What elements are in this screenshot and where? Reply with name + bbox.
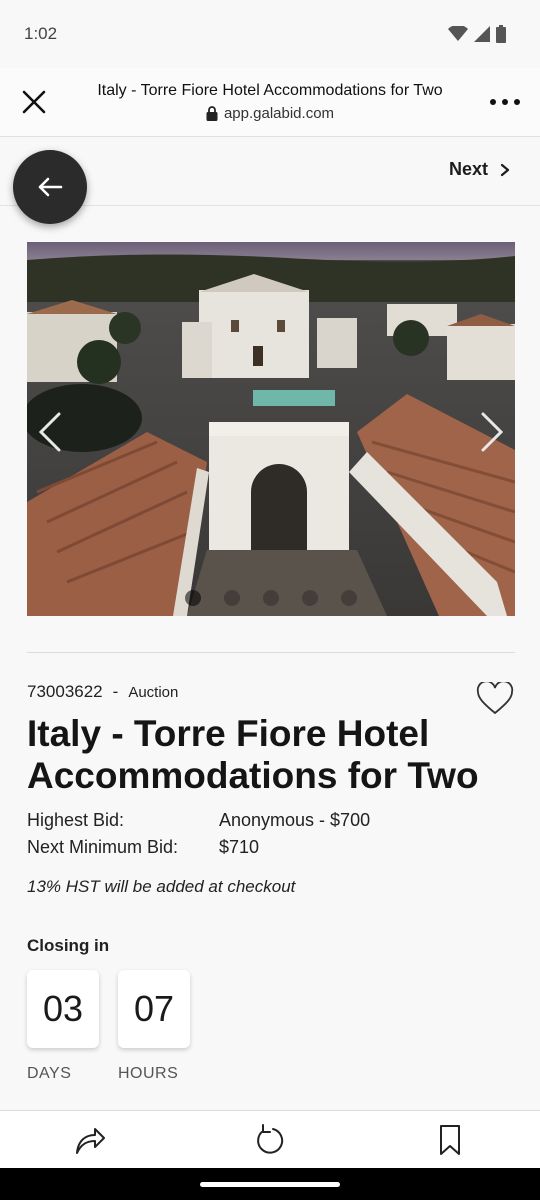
carousel-dot[interactable] [341,590,357,606]
lot-type: Auction [128,684,179,701]
hotel-photo-carousel[interactable] [27,242,515,616]
close-icon[interactable] [18,86,50,118]
carousel-dot[interactable] [185,590,201,606]
carousel-dot[interactable] [224,590,240,606]
status-time: 1:02 [24,24,58,43]
next-min-bid-row: Next Minimum Bid: $710 [27,837,370,864]
item-meta: 73003622 - Auction [27,682,178,702]
arrow-left-icon [38,177,63,197]
bookmark-icon[interactable] [433,1123,467,1157]
refresh-icon[interactable] [253,1123,287,1157]
bid-info: Highest Bid: Anonymous - $700 Next Minim… [27,810,370,864]
url-text: app.galabid.com [223,105,335,122]
carousel-prev-icon[interactable] [35,410,65,454]
bottom-toolbar [0,1110,540,1169]
highest-bid-value: Anonymous - $700 [219,810,371,830]
closing-label: Closing in [27,936,110,955]
highest-bid-label: Highest Bid: [27,810,125,830]
highest-bid-row: Highest Bid: Anonymous - $700 [27,810,370,837]
battery-icon [496,25,506,43]
section-divider [27,652,515,653]
gesture-nav-bar [0,1168,540,1200]
carousel-dot[interactable] [302,590,318,606]
carousel-dots [27,590,515,606]
page-heading: Italy - Torre Fiore Hotel Accommodations… [97,82,443,99]
next-min-bid-value: $710 [219,837,260,857]
days-label: DAYS [27,1065,72,1082]
lock-icon [206,106,218,121]
signal-icon [474,26,490,42]
item-title: Italy - Torre Fiore Hotel Accommodations… [27,713,479,796]
hours-counter: 07 [118,970,190,1048]
status-bar: 1:02 [0,0,540,68]
status-icons [448,24,506,44]
wifi-icon [448,26,468,41]
hotel-photo [27,242,515,616]
tax-note: 13% HST will be added at checkout [27,877,296,896]
carousel-next-icon[interactable] [477,410,507,454]
url-display[interactable]: app.galabid.com [70,105,470,122]
browser-toolbar: Italy - Torre Fiore Hotel Accommodations… [0,68,540,137]
home-handle[interactable] [200,1182,340,1187]
carousel-dot[interactable] [263,590,279,606]
heart-icon[interactable] [476,682,514,716]
next-item-link[interactable]: Next [449,159,510,180]
next-label: Next [448,159,488,179]
next-min-bid-label: Next Minimum Bid: [27,837,179,857]
days-counter: 03 [27,970,99,1048]
hours-label: HOURS [118,1065,179,1082]
more-dots-icon[interactable] [488,92,522,112]
meta-separator: - [112,682,119,701]
chevron-right-icon [500,163,510,176]
lot-id: 73003622 [27,682,103,701]
share-icon[interactable] [73,1123,107,1157]
back-button[interactable] [13,150,87,224]
